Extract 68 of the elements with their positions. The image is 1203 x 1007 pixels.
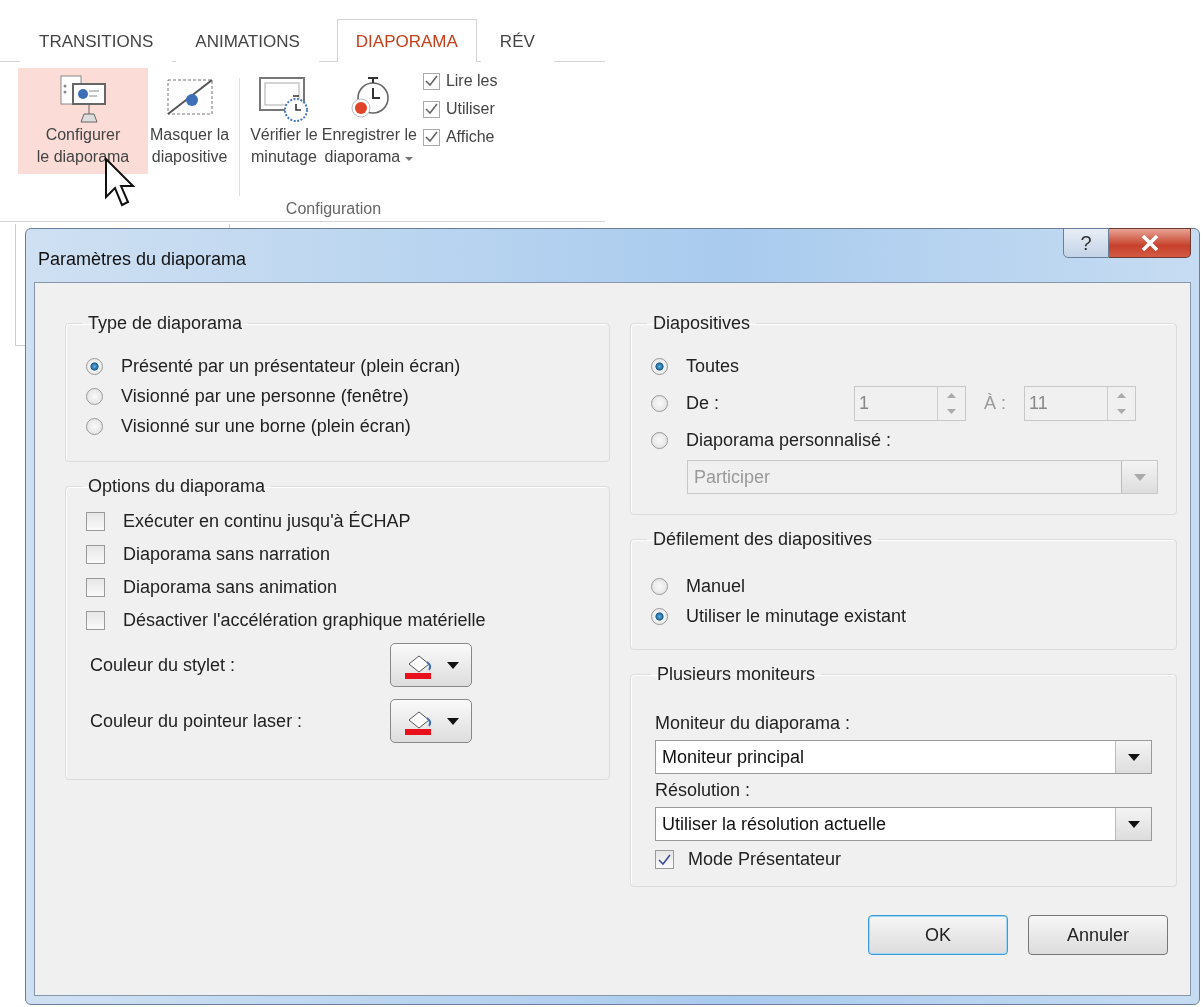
checkbox[interactable] [86, 611, 105, 630]
check-icon [424, 131, 438, 143]
radio-label: Diaporama personnalisé : [686, 430, 892, 451]
help-button[interactable]: ? [1063, 228, 1109, 258]
checkbox[interactable] [422, 72, 440, 90]
checkbox[interactable] [422, 100, 440, 118]
check-icon [424, 103, 438, 115]
field-label: Couleur du pointeur laser : [90, 710, 304, 732]
radio-button[interactable] [86, 388, 103, 405]
ribbon-button[interactable]: Configurer le diaporama [18, 68, 148, 174]
dialog-button[interactable]: OK [868, 915, 1008, 955]
ribbon-button[interactable]: Masquer la diapositive [148, 68, 232, 174]
checkbox[interactable] [422, 128, 440, 146]
radio-label: Visionné sur une borne (plein écran) [121, 416, 411, 437]
checkbox-label: Désactiver l'accélération graphique matérielle [123, 610, 486, 631]
radio-button[interactable] [651, 395, 668, 412]
ribbon-button[interactable]: Vérifier le minutage [248, 68, 320, 174]
checkbox-label: Lire les [445, 72, 498, 90]
group-title: Plusieurs moniteurs [656, 664, 817, 685]
checkbox[interactable] [86, 578, 105, 597]
field-label: Moniteur du diaporama : [655, 713, 852, 734]
group-title: Type de diaporama [87, 313, 244, 334]
checkbox[interactable] [86, 512, 105, 531]
radio-button[interactable] [651, 358, 668, 375]
color-picker-button[interactable] [390, 699, 472, 743]
caret-icon [447, 661, 459, 669]
check-icon [658, 853, 671, 866]
radio-label: Présenté par un présentateur (plein écran) [121, 356, 461, 377]
checkbox[interactable] [86, 545, 105, 564]
group-title: Options du diaporama [87, 476, 267, 497]
caret-icon [1127, 753, 1140, 761]
checkbox-label: Diaporama sans animation [123, 577, 338, 598]
caret-icon [447, 717, 459, 725]
radio-button[interactable] [651, 432, 668, 449]
close-icon [1140, 235, 1159, 251]
radio-button[interactable] [86, 358, 103, 375]
radio-label: De : [686, 393, 719, 413]
caret-icon [1127, 820, 1140, 828]
radio-label: Toutes [686, 356, 740, 377]
checkbox-label: Diaporama sans narration [123, 544, 331, 565]
radio-button[interactable] [651, 608, 668, 625]
checkbox-label: Affiche [445, 128, 495, 146]
field-label: Couleur du stylet : [90, 654, 237, 676]
checkbox-label: Exécuter en continu jusqu'à ÉCHAP [123, 511, 411, 532]
ribbon-button[interactable]: Enregistrer le diaporama [319, 68, 419, 174]
caret-icon [1133, 473, 1146, 481]
group-label: Configuration [284, 200, 383, 218]
close-button[interactable] [1109, 228, 1191, 258]
check-icon [424, 75, 438, 87]
checkbox[interactable] [655, 850, 674, 869]
radio-button[interactable] [86, 418, 103, 435]
field-label: Résolution : [655, 780, 752, 801]
dropdown[interactable]: Moniteur principal [655, 740, 1152, 774]
radio-button[interactable] [651, 578, 668, 595]
window-title: Paramètres du diaporama [37, 248, 247, 270]
checkbox-label: Utiliser [445, 100, 495, 118]
dialog-button[interactable]: Annuler [1028, 915, 1168, 955]
caret-icon [404, 156, 415, 162]
field-label: À : [984, 393, 1006, 414]
ribbon-tab[interactable]: DIAPORAMA [336, 19, 477, 62]
color-picker-button[interactable] [390, 643, 472, 687]
radio-label: Manuel [686, 576, 746, 597]
group-title: Défilement des diapositives [652, 529, 874, 550]
dropdown[interactable]: Utiliser la résolution actuelle [655, 807, 1152, 841]
checkbox-label: Mode Présentateur [688, 849, 842, 870]
radio-label: Visionné par une personne (fenêtre) [121, 386, 409, 407]
group-title: Diapositives [652, 313, 752, 334]
radio-label: Utiliser le minutage existant [686, 606, 907, 627]
